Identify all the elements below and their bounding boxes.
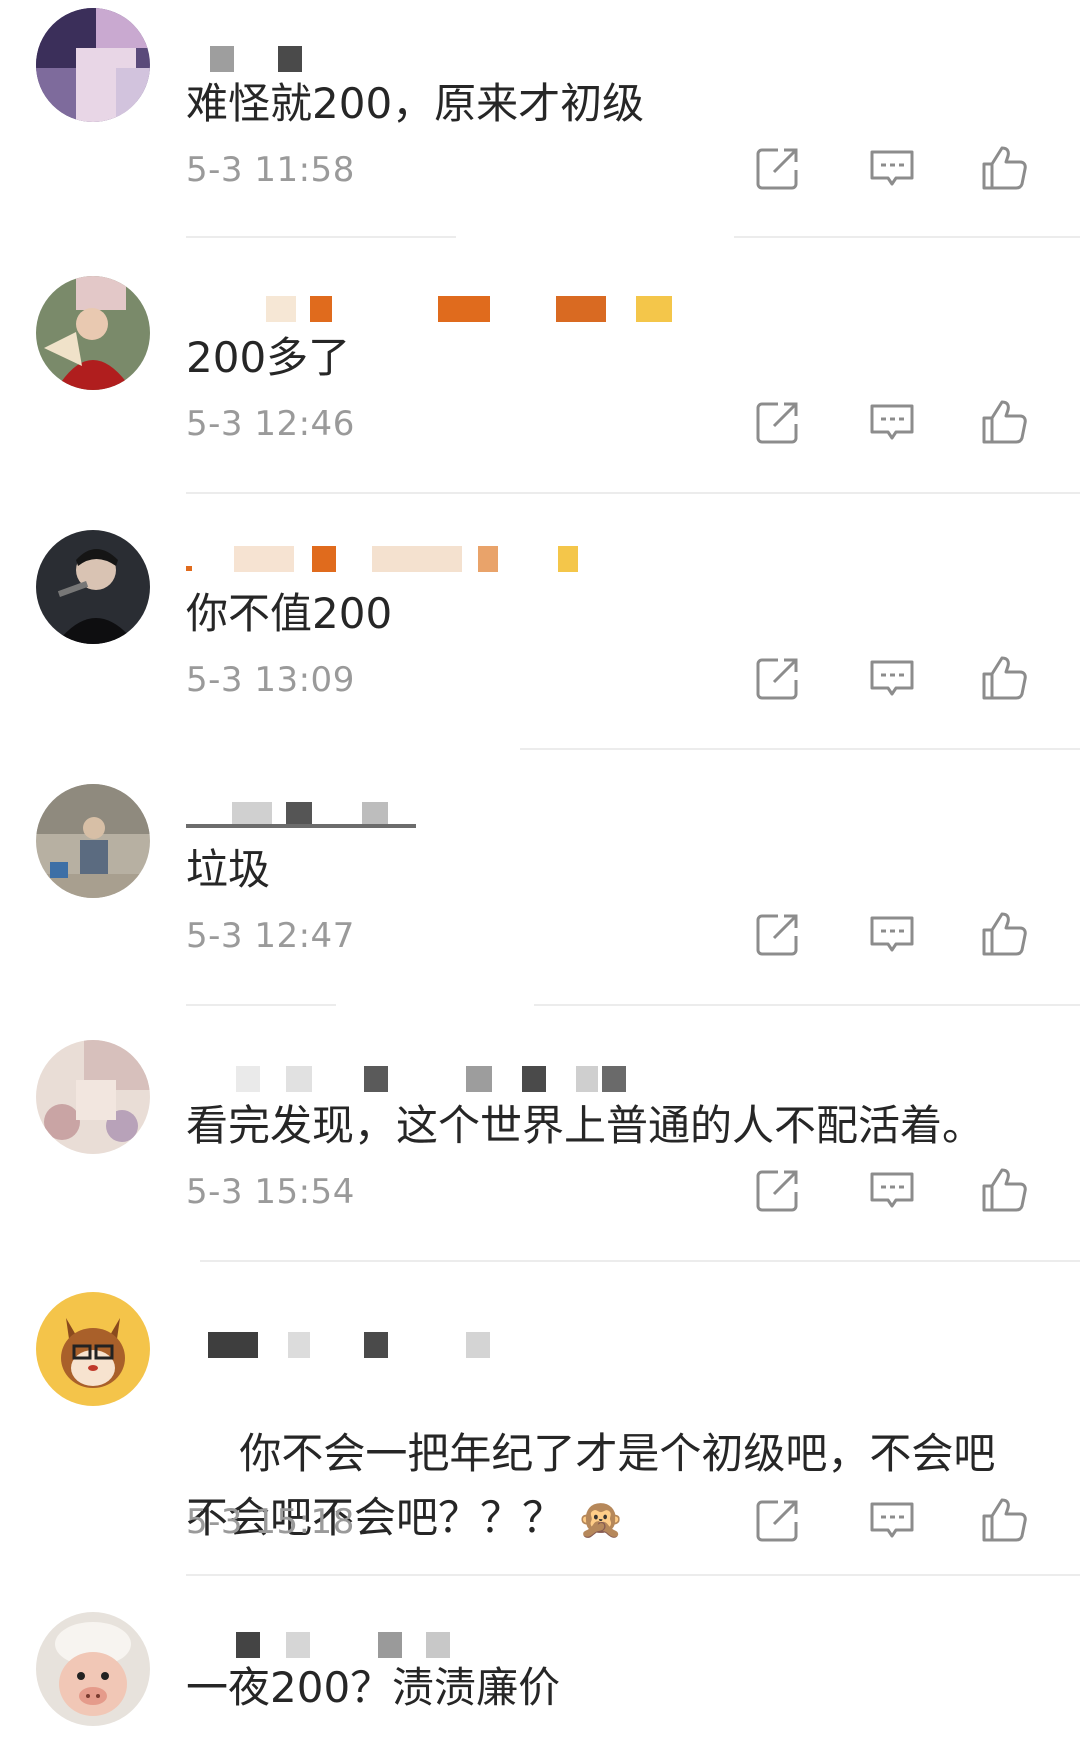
avatar[interactable] <box>36 530 150 644</box>
reply-icon[interactable] <box>866 652 918 704</box>
share-icon[interactable] <box>752 1494 804 1546</box>
username[interactable] <box>186 538 746 574</box>
monkey-emoji-icon: 🙊 <box>577 1497 625 1541</box>
share-icon[interactable] <box>752 396 804 448</box>
divider <box>186 1004 336 1006</box>
thumbs-up-icon[interactable] <box>978 1494 1030 1546</box>
comment-text: 难怪就200，原来才初级 <box>186 79 645 128</box>
avatar[interactable] <box>36 784 150 898</box>
divider <box>734 236 1080 238</box>
reply-icon[interactable] <box>866 396 918 448</box>
comment-time: 5-3 15:54 <box>186 1172 355 1212</box>
username[interactable] <box>186 1624 746 1660</box>
divider <box>186 1574 1080 1576</box>
avatar[interactable] <box>36 1292 150 1406</box>
reply-icon[interactable] <box>866 142 918 194</box>
comment-time: 5-3 12:46 <box>186 404 355 444</box>
reply-icon[interactable] <box>866 1494 918 1546</box>
comment-text: 你不值200 <box>186 589 393 638</box>
comment-time: 5-3 15:18 <box>186 1502 355 1542</box>
share-icon[interactable] <box>752 652 804 704</box>
username[interactable] <box>186 794 746 830</box>
comment-time: 5-3 11:58 <box>186 150 355 190</box>
username[interactable] <box>186 1058 746 1094</box>
avatar[interactable] <box>36 8 150 122</box>
username[interactable] <box>186 1324 746 1360</box>
share-icon[interactable] <box>752 142 804 194</box>
comment-text: 200多了 <box>186 333 351 382</box>
comment-text: 垃圾 <box>186 845 271 894</box>
divider <box>534 1004 1080 1006</box>
reply-icon[interactable] <box>866 1164 918 1216</box>
thumbs-up-icon[interactable] <box>978 142 1030 194</box>
avatar[interactable] <box>36 1040 150 1154</box>
thumbs-up-icon[interactable] <box>978 908 1030 960</box>
comment-text: 看完发现，这个世界上普通的人不配活着。 <box>186 1101 985 1150</box>
divider <box>186 236 456 238</box>
username[interactable] <box>186 38 746 74</box>
thumbs-up-icon[interactable] <box>978 652 1030 704</box>
avatar[interactable] <box>36 276 150 390</box>
comment-text: 你不会一把年纪了才是个初级吧，不会吧不会吧不会吧？？？ 🙊 <box>186 1358 1036 1615</box>
reply-icon[interactable] <box>866 908 918 960</box>
comment-text: 一夜200？渍渍廉价 <box>186 1663 561 1712</box>
username[interactable] <box>186 288 746 324</box>
share-icon[interactable] <box>752 908 804 960</box>
divider <box>520 748 1080 750</box>
thumbs-up-icon[interactable] <box>978 1164 1030 1216</box>
avatar[interactable] <box>36 1612 150 1726</box>
divider <box>186 492 1080 494</box>
divider <box>200 1260 1080 1262</box>
comment-time: 5-3 12:47 <box>186 916 355 956</box>
share-icon[interactable] <box>752 1164 804 1216</box>
comment-time: 5-3 13:09 <box>186 660 355 700</box>
thumbs-up-icon[interactable] <box>978 396 1030 448</box>
